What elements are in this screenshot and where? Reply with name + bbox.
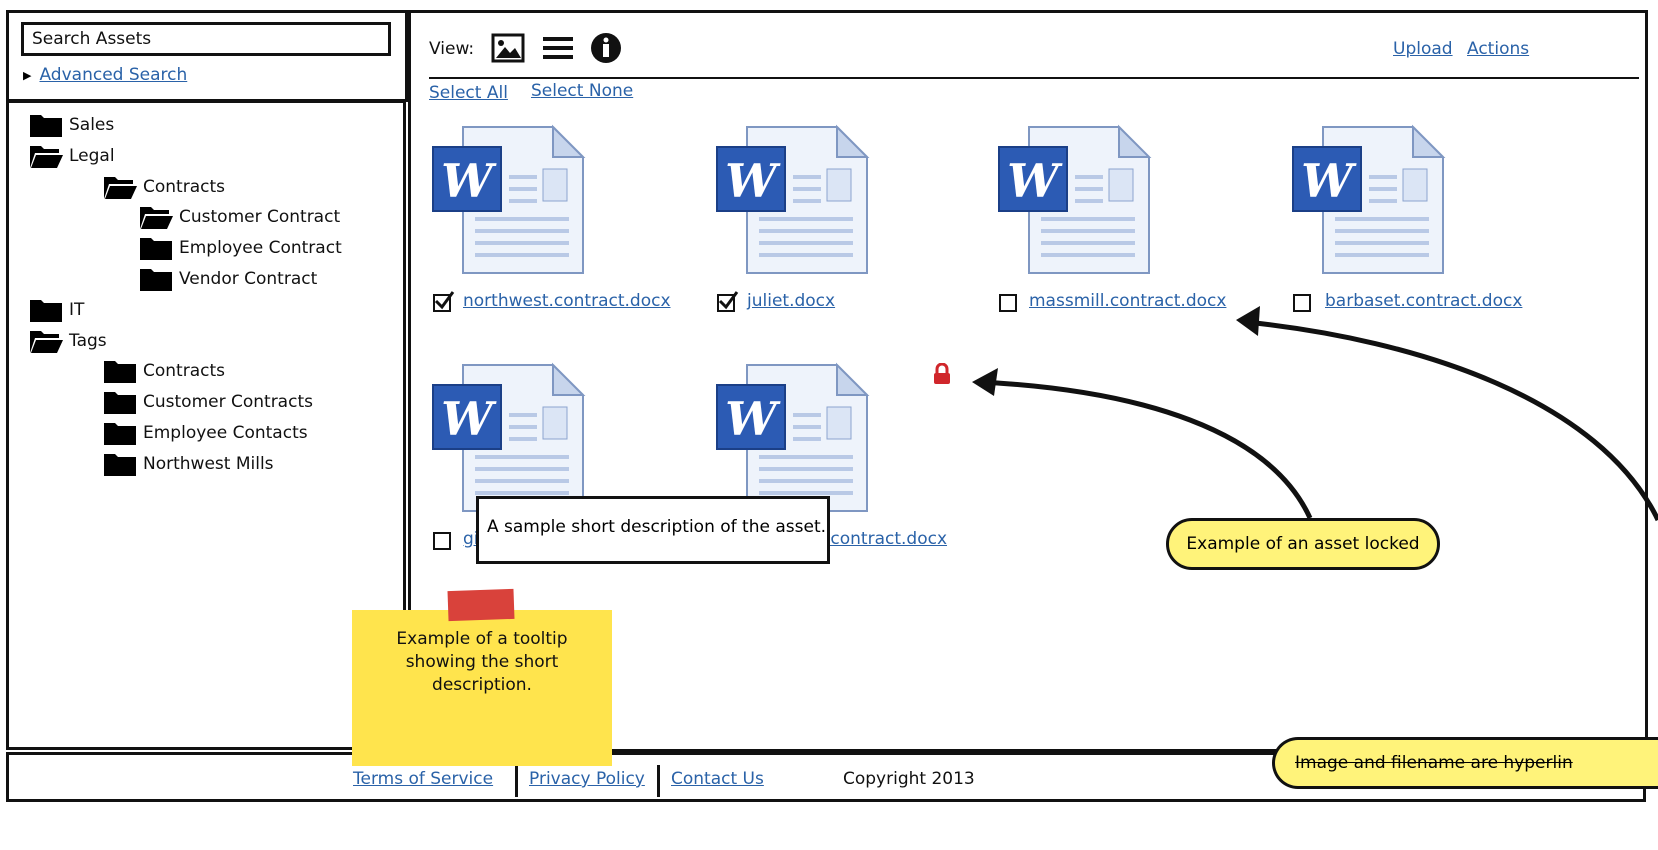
hyperlink-arrow-head — [1236, 306, 1260, 336]
locked-arrow — [979, 379, 1313, 520]
annotation-arrows — [972, 306, 1658, 522]
locked-arrow-head — [972, 368, 998, 396]
hyperlink-arrow — [1245, 319, 1658, 522]
